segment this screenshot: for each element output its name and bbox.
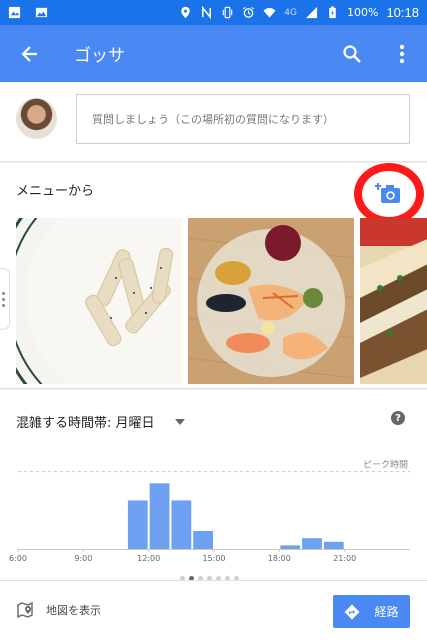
popular-times-chart: ピーク時間 6:00 9:00 12:00 15:00 18:00 21:00 xyxy=(9,460,410,563)
directions-button[interactable]: 経路 xyxy=(333,595,410,628)
chart-bar-11 xyxy=(127,500,148,549)
menu-photo-strip[interactable] xyxy=(16,218,427,384)
popular-times-section: 混雑する時間帯: 月曜日 ? ピーク時間 6:00 9:00 12:00 15:00 18… xyxy=(0,390,427,581)
location-icon xyxy=(181,6,190,19)
chart-bar-18 xyxy=(280,545,301,549)
tick-label-6: 6:00 xyxy=(9,554,27,563)
menu-title: メニューから xyxy=(16,184,95,199)
menu-photo-1[interactable] xyxy=(16,218,182,384)
vibrate-icon xyxy=(223,6,233,19)
popular-times-dropdown[interactable]: 混雑する時間帯: 月曜日 xyxy=(16,412,185,431)
network-type: 4G xyxy=(284,7,297,18)
search-button[interactable] xyxy=(327,25,377,82)
gallery-icon xyxy=(8,6,21,19)
help-icon[interactable]: ? xyxy=(391,411,405,425)
menu-photo-2[interactable] xyxy=(188,218,354,384)
show-map-button[interactable]: 地図を表示 xyxy=(16,601,101,619)
map-pin-icon xyxy=(17,601,33,619)
popular-times-title: 混雑する時間帯: 月曜日 xyxy=(16,416,155,431)
tick-label-9: 9:00 xyxy=(74,554,92,563)
directions-icon xyxy=(344,604,360,619)
bottom-bar: 地図を表示 経路 xyxy=(0,580,427,640)
tick-label-21: 21:00 xyxy=(333,554,356,563)
image-icon xyxy=(35,7,48,18)
add-photo-icon xyxy=(375,183,400,203)
add-photo-button[interactable] xyxy=(354,163,424,225)
chart-bar-13 xyxy=(171,500,192,549)
chart-bar-12 xyxy=(149,483,170,549)
wifi-icon xyxy=(263,7,276,18)
show-map-label: 地図を表示 xyxy=(46,604,101,617)
arrow-back-icon xyxy=(21,45,37,62)
menu-photo-3[interactable] xyxy=(360,218,427,384)
chart-bar-20 xyxy=(323,541,344,549)
alarm-icon xyxy=(243,6,255,18)
page-title: ゴッサ xyxy=(74,46,125,66)
tick-label-15: 15:00 xyxy=(202,554,225,563)
signal-icon xyxy=(305,6,318,19)
question-section: 質問しましょう（この場所初の質問になります） xyxy=(0,82,427,162)
more-vert-icon xyxy=(399,44,405,63)
chart-bar-14 xyxy=(193,531,213,549)
tick-label-12: 12:00 xyxy=(137,554,160,563)
chevron-down-icon xyxy=(174,418,185,425)
app-bar: ゴッサ xyxy=(0,25,427,82)
search-icon xyxy=(343,44,361,63)
battery-percent: 100% xyxy=(347,6,379,19)
directions-label: 経路 xyxy=(374,605,399,619)
menu-section: メニューから xyxy=(0,163,427,389)
battery-icon xyxy=(329,6,336,19)
back-button[interactable] xyxy=(0,25,60,82)
tick-label-18: 18:00 xyxy=(268,554,291,563)
chart-bar-19 xyxy=(302,538,322,549)
status-bar: 4G 100% 10:18 xyxy=(0,0,427,25)
more-options-button[interactable] xyxy=(377,25,427,82)
peak-label: ピーク時間 xyxy=(363,460,408,471)
nfc-icon xyxy=(202,6,212,19)
question-input[interactable]: 質問しましょう（この場所初の質問になります） xyxy=(76,94,410,144)
avatar xyxy=(16,98,57,139)
carousel-handle[interactable] xyxy=(0,268,10,330)
clock: 10:18 xyxy=(386,5,419,20)
